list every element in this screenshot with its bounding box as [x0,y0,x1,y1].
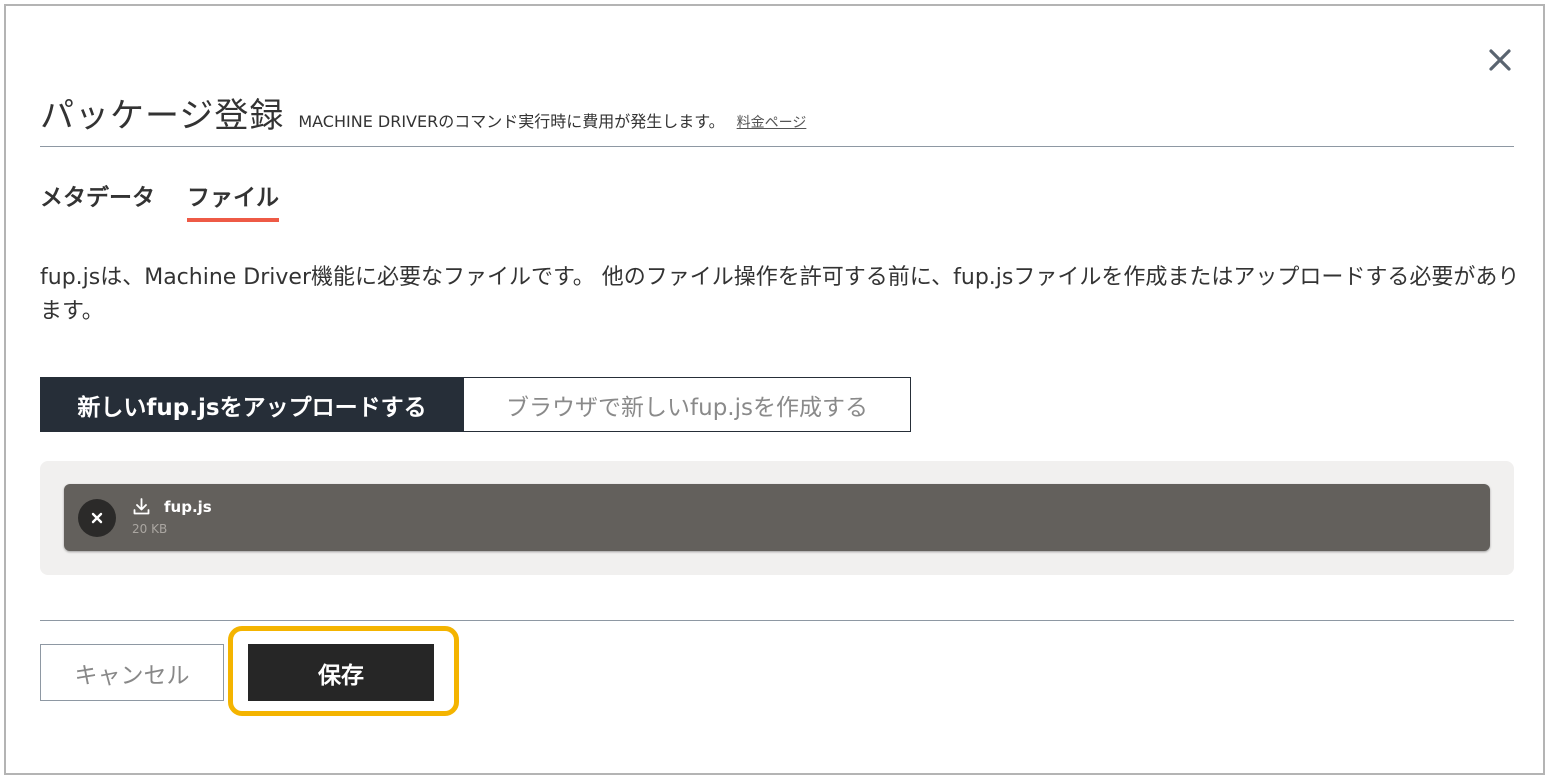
uploaded-file-item: fup.js 20 KB [64,484,1490,551]
create-fup-in-browser-button[interactable]: ブラウザで新しいfup.jsを作成する [463,378,910,431]
save-button[interactable]: 保存 [248,644,434,701]
file-size: 20 KB [132,522,168,536]
package-registration-dialog: パッケージ登録 MACHINE DRIVERのコマンド実行時に費用が発生します。… [4,4,1545,775]
file-name: fup.js [164,498,212,516]
remove-file-button[interactable] [78,499,116,537]
file-description: fup.jsは、Machine Driver機能に必要なファイルです。 他のファ… [40,265,1520,324]
dialog-header: パッケージ登録 MACHINE DRIVERのコマンド実行時に費用が発生します。… [40,88,806,137]
download-icon [132,497,151,516]
cancel-button[interactable]: キャンセル [40,644,224,701]
tab-metadata[interactable]: メタデータ [40,178,155,222]
dialog-title: パッケージ登録 [40,96,285,136]
footer-divider [40,620,1514,621]
tab-bar: メタデータ ファイル [40,178,279,222]
pricing-page-link[interactable]: 料金ページ [737,112,807,132]
tab-file[interactable]: ファイル [187,178,279,222]
upload-fup-button[interactable]: 新しいfup.jsをアップロードする [41,378,463,431]
dialog-subtitle: MACHINE DRIVERのコマンド実行時に費用が発生します。 [298,112,725,131]
file-dropzone[interactable]: fup.js 20 KB [40,461,1514,575]
close-icon [91,512,103,524]
close-icon[interactable] [1482,42,1518,78]
fup-mode-toggle: 新しいfup.jsをアップロードする ブラウザで新しいfup.jsを作成する [40,377,911,432]
header-divider [40,146,1514,147]
